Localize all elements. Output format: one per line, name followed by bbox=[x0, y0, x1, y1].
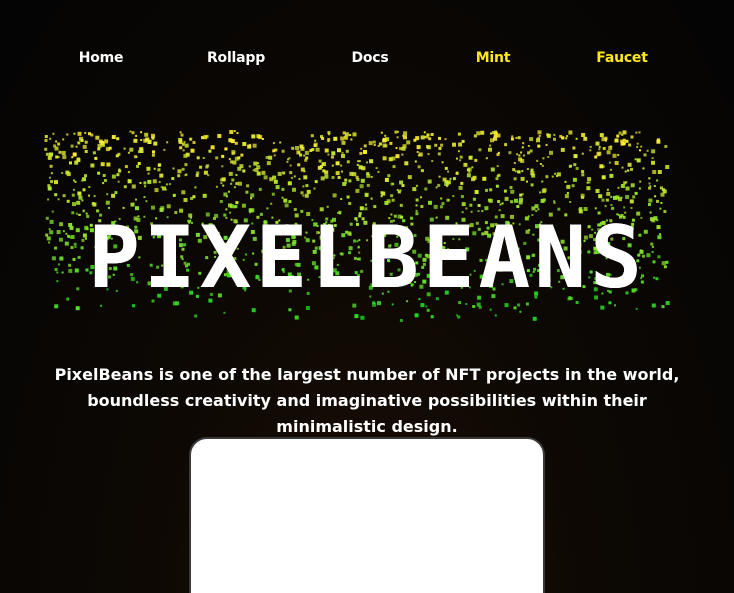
nav-link-docs[interactable]: Docs bbox=[351, 50, 388, 66]
top-navigation: Home Rollapp Docs Mint Faucet bbox=[0, 0, 734, 120]
nav-link-faucet[interactable]: Faucet bbox=[596, 50, 648, 66]
hero-tagline: PixelBeans is one of the largest number … bbox=[54, 365, 680, 436]
hero-banner: PIXELBEANS bbox=[0, 120, 734, 330]
mint-card[interactable] bbox=[189, 437, 545, 593]
nav-link-home[interactable]: Home bbox=[79, 50, 124, 66]
nav-link-mint[interactable]: Mint bbox=[476, 50, 511, 66]
hero-title: PIXELBEANS bbox=[88, 208, 646, 308]
nav-link-rollapp[interactable]: Rollapp bbox=[207, 50, 265, 66]
